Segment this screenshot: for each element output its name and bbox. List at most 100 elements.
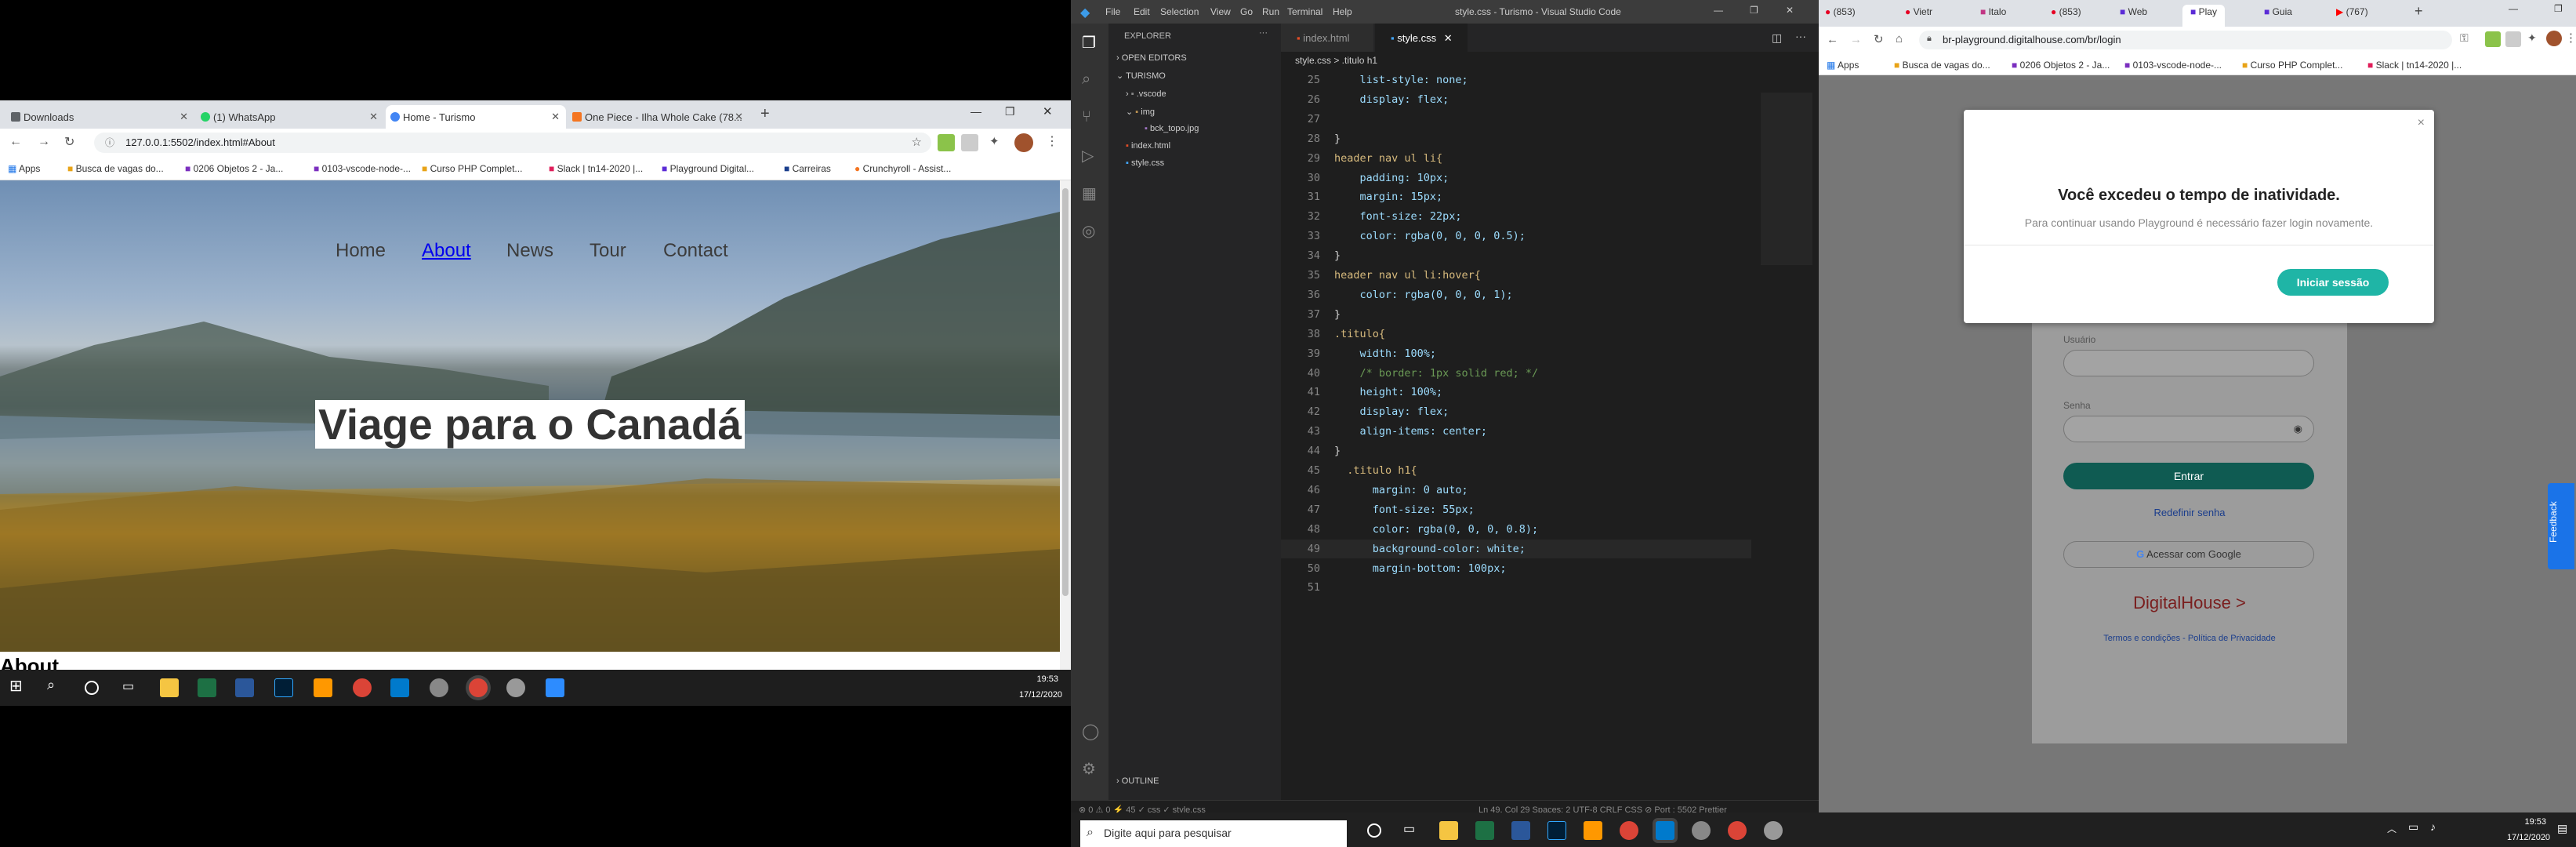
login-again-button[interactable]: Iniciar sessão [2277, 269, 2389, 296]
bookmark-item[interactable]: ■ Curso PHP Complet... [422, 163, 522, 174]
more-actions-icon[interactable]: ··· [1259, 28, 1268, 38]
search-icon[interactable]: ⌕ [47, 677, 66, 696]
forward-icon[interactable]: → [1850, 33, 1862, 46]
cortana-icon[interactable] [85, 681, 99, 695]
file-explorer-icon[interactable] [160, 678, 179, 697]
tab-one-piece[interactable]: One Piece - Ilha Whole Cake (78... ✕ [568, 105, 749, 129]
tab-item[interactable]: ● (853) [1825, 6, 1856, 17]
minimize-button[interactable]: — [971, 105, 981, 118]
bookmark-apps[interactable]: ▦ Apps [1827, 60, 1859, 71]
chrome-icon[interactable] [469, 678, 488, 697]
extension-icon[interactable] [2505, 31, 2521, 47]
tab-home-turismo[interactable]: Home - Turismo ✕ [386, 105, 566, 129]
extension-icon[interactable] [2485, 31, 2501, 47]
extensions-icon[interactable]: ▦ [1082, 184, 1097, 203]
puzzle-icon[interactable]: ✦ [2527, 31, 2537, 45]
avatar[interactable] [2546, 31, 2562, 46]
tray-arrow-icon[interactable]: ︿ [2387, 822, 2396, 835]
cortana-icon[interactable] [1367, 823, 1381, 838]
task-view-icon[interactable]: ▭ [122, 678, 141, 697]
reload-icon[interactable]: ↻ [1874, 32, 1884, 46]
restore-button[interactable]: ❐ [2554, 3, 2563, 14]
tab-item[interactable]: ● (853) [2051, 6, 2081, 17]
calculator-icon[interactable] [235, 678, 254, 697]
tab-style-css[interactable]: ▪ style.css ✕ [1375, 24, 1468, 52]
address-bar[interactable]: ⓘ 127.0.0.1:5502/index.html#About ☆ [94, 133, 931, 153]
close-window-button[interactable]: ✕ [1786, 5, 1794, 16]
debug-icon[interactable]: ▷ [1082, 146, 1094, 165]
vscode-icon[interactable] [1656, 821, 1674, 840]
new-tab-button[interactable]: + [760, 105, 770, 123]
close-icon[interactable]: ✕ [369, 111, 378, 123]
explorer-icon[interactable]: ❐ [1082, 33, 1096, 53]
bookmark-item[interactable]: ■ 0103-vscode-node-... [314, 163, 411, 174]
key-icon[interactable]: ⚿ [2460, 31, 2469, 45]
outline-section[interactable]: › OUTLINE [1116, 776, 1159, 786]
menu-selection[interactable]: Selection [1160, 6, 1199, 17]
tab-item[interactable]: ■ Italo [1980, 6, 2006, 17]
puzzle-icon[interactable]: ✦ [989, 134, 1000, 148]
bookmark-item[interactable]: ■ Busca de vagas do... [1894, 60, 1990, 71]
open-editors-section[interactable]: › OPEN EDITORS [1116, 53, 1187, 63]
chrome-icon[interactable] [1728, 821, 1747, 840]
menu-terminal[interactable]: Terminal [1287, 6, 1322, 17]
notification-icon[interactable]: ▤ [2557, 822, 2567, 835]
close-icon[interactable]: ✕ [551, 111, 560, 123]
kebab-menu-icon[interactable]: ⋮ [1046, 133, 1058, 149]
extension-icon[interactable] [938, 134, 955, 151]
minimize-button[interactable]: — [1714, 5, 1723, 16]
tab-whatsapp[interactable]: (1) WhatsApp ✕ [196, 105, 384, 129]
home-icon[interactable]: ⌂ [1896, 32, 1903, 45]
calculator-icon[interactable] [1511, 821, 1530, 840]
back-icon[interactable]: ← [1827, 33, 1838, 46]
sublime-icon[interactable] [1584, 821, 1602, 840]
nav-tour[interactable]: Tour [590, 240, 626, 262]
address-bar[interactable]: 🔒︎ br-playground.digitalhouse.com/br/log… [1919, 31, 2452, 49]
sublime-icon[interactable] [314, 678, 332, 697]
bookmark-item[interactable]: ■ 0206 Objetos 2 - Ja... [2012, 60, 2110, 71]
reset-password-link[interactable]: Redefinir senha [2032, 507, 2347, 518]
footer-links[interactable]: Termos e condições - Política de Privaci… [2032, 634, 2347, 643]
password-input[interactable]: ◉ [2063, 416, 2314, 442]
menu-view[interactable]: View [1210, 6, 1231, 17]
close-icon[interactable]: ✕ [735, 111, 743, 123]
login-button[interactable]: Entrar [2063, 463, 2314, 489]
app-icon[interactable] [506, 678, 525, 697]
scrollbar[interactable] [1060, 180, 1071, 670]
gear-icon[interactable]: ⚙ [1082, 759, 1096, 779]
split-editor-icon[interactable]: ◫ [1772, 31, 1782, 45]
tab-index-html[interactable]: ▪ index.html [1281, 24, 1373, 52]
tree-item-vscode[interactable]: › ▪ .vscode [1126, 89, 1166, 99]
restore-button[interactable]: ❐ [1005, 105, 1015, 118]
minimize-button[interactable]: — [2509, 3, 2518, 14]
tab-item[interactable]: ● Vietr [1905, 6, 1932, 17]
close-window-button[interactable]: ✕ [1043, 104, 1053, 118]
bookmark-item[interactable]: ■ Slack | tn14-2020 |... [549, 163, 643, 174]
avatar[interactable] [1014, 133, 1033, 152]
menu-help[interactable]: Help [1333, 6, 1352, 17]
tree-item-index-html[interactable]: ▪ index.html [1126, 141, 1170, 151]
nav-home[interactable]: Home [336, 240, 386, 262]
more-actions-icon[interactable]: ··· [1795, 30, 1806, 42]
zoom-icon[interactable] [546, 678, 564, 697]
google-login-button[interactable]: G Acessar com Google [2063, 541, 2314, 568]
app-icon[interactable] [1764, 821, 1783, 840]
network-icon[interactable]: ▭ [2408, 820, 2418, 834]
close-icon[interactable]: ✕ [1444, 32, 1453, 44]
restore-button[interactable]: ❐ [1750, 5, 1758, 16]
app-icon[interactable] [430, 678, 448, 697]
kebab-menu-icon[interactable]: ⋮ [2565, 31, 2576, 45]
star-icon[interactable]: ☆ [912, 135, 922, 149]
account-icon[interactable]: ◯ [1082, 722, 1099, 741]
back-icon[interactable]: ← [9, 135, 22, 149]
app-icon[interactable] [1692, 821, 1711, 840]
bookmark-item[interactable]: ■ Curso PHP Complet... [2242, 60, 2342, 71]
minimap[interactable] [1761, 93, 1812, 265]
eye-off-icon[interactable]: ◉ [2294, 423, 2302, 435]
reload-icon[interactable]: ↻ [64, 134, 74, 150]
clock[interactable]: 19:53 17/12/2020 [2507, 817, 2550, 842]
close-icon[interactable]: ✕ [180, 111, 188, 123]
bookmark-apps[interactable]: ▦ Apps [8, 163, 40, 174]
tab-item[interactable]: ■ Web [2120, 6, 2147, 17]
task-view-icon[interactable]: ▭ [1403, 821, 1422, 840]
